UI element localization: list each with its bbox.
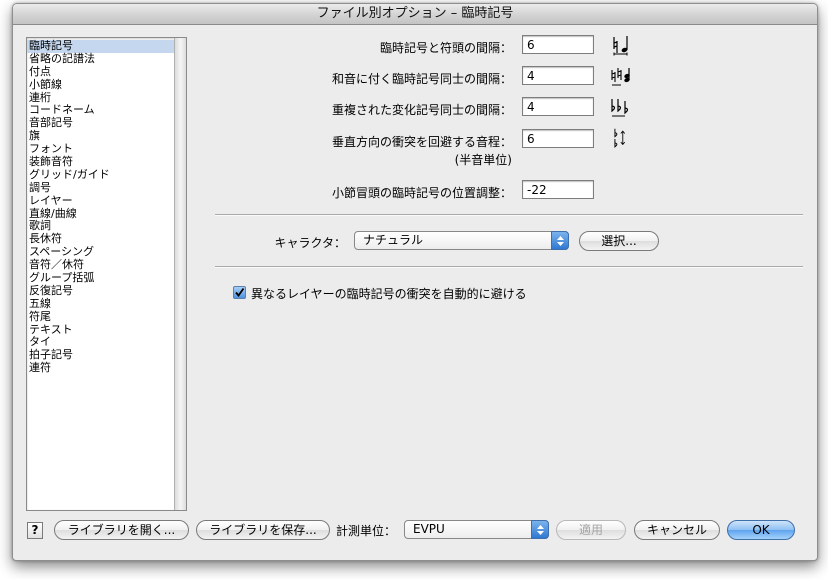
measure-start-label: 小節冒頭の臨時記号の位置調整：: [331, 186, 512, 200]
category-item[interactable]: 連符: [27, 361, 174, 375]
category-item[interactable]: 音部記号: [27, 116, 174, 130]
vertical-collision-label: 垂直方向の衝突を回避する音程：: [331, 135, 512, 149]
chord-accidentals-icon: [611, 68, 630, 86]
vertical-collision-icon: [614, 128, 626, 148]
units-popup-value: EVPU: [413, 522, 445, 536]
units-arrows-icon: [531, 520, 549, 539]
auto-avoid-label[interactable]: 異なるレイヤーの臨時記号の衝突を自動的に避ける: [251, 285, 527, 302]
save-library-button[interactable]: ライブラリを保存...: [196, 520, 330, 540]
category-item[interactable]: 符尾: [27, 310, 174, 324]
category-item[interactable]: 付点: [27, 65, 174, 79]
category-item[interactable]: グリッド/ガイド: [27, 168, 174, 182]
natural-note-spacing-icon: [613, 36, 628, 56]
chord-acc-field[interactable]: 4: [522, 66, 594, 85]
open-library-button[interactable]: ライブラリを開く...: [54, 520, 189, 540]
category-item[interactable]: 装飾音符: [27, 155, 174, 169]
category-item[interactable]: 小節線: [27, 78, 174, 92]
multi-acc-label: 重複された変化記号同士の間隔：: [331, 103, 512, 117]
auto-avoid-checkbox[interactable]: [233, 286, 246, 299]
units-label: 計測単位：: [336, 524, 397, 538]
vertical-collision-sublabel: (半音単位): [454, 153, 512, 167]
ok-button[interactable]: OK: [727, 520, 795, 540]
multiple-flats-icon: [611, 99, 629, 117]
help-button[interactable]: ?: [27, 522, 43, 539]
acc-to-note-label: 臨時記号と符頭の間隔：: [379, 41, 512, 55]
check-icon: [235, 287, 245, 297]
category-item[interactable]: 五線: [27, 297, 174, 311]
measure-start-field[interactable]: -22: [522, 180, 594, 199]
character-popup[interactable]: ナチュラル: [354, 231, 569, 250]
category-item[interactable]: レイヤー: [27, 194, 174, 208]
category-item[interactable]: 臨時記号: [27, 39, 174, 53]
category-item[interactable]: 調号: [27, 181, 174, 195]
category-item[interactable]: グループ括弧: [27, 271, 174, 285]
acc-to-note-field[interactable]: 6: [522, 35, 594, 54]
category-item[interactable]: 反復記号: [27, 284, 174, 298]
units-popup[interactable]: EVPU: [404, 520, 549, 539]
separator-1: [215, 214, 803, 216]
character-label: キャラクタ：: [274, 236, 346, 250]
character-popup-value: ナチュラル: [363, 233, 424, 247]
multi-acc-field[interactable]: 4: [522, 97, 594, 116]
window-title: ファイル別オプション – 臨時記号: [13, 4, 817, 25]
separator-2: [215, 266, 803, 268]
category-list-items: 臨時記号 省略の記譜法 付点 小節線 連桁 コードネーム 音部記号旗フォント 装飾音符 グリッド…: [27, 38, 174, 375]
up-down-arrows-icon: [551, 231, 569, 250]
vertical-collision-field[interactable]: 6: [522, 129, 594, 148]
category-item[interactable]: 省略の記譜法: [27, 52, 174, 66]
cancel-button[interactable]: キャンセル: [634, 520, 720, 540]
category-list-scrollbar[interactable]: [174, 38, 186, 510]
category-list[interactable]: 臨時記号 省略の記譜法 付点 小節線 連桁 コードネーム 音部記号旗フォント 装飾音符 グリッド…: [26, 37, 187, 511]
options-window: ファイル別オプション – 臨時記号 臨時記号 省略の記譜法 付点 小節線 連桁 コードネー…: [12, 3, 818, 561]
select-character-button[interactable]: 選択...: [579, 231, 659, 251]
chord-acc-label: 和音に付く臨時記号同士の間隔：: [331, 72, 512, 86]
apply-button[interactable]: 適用: [556, 520, 626, 540]
